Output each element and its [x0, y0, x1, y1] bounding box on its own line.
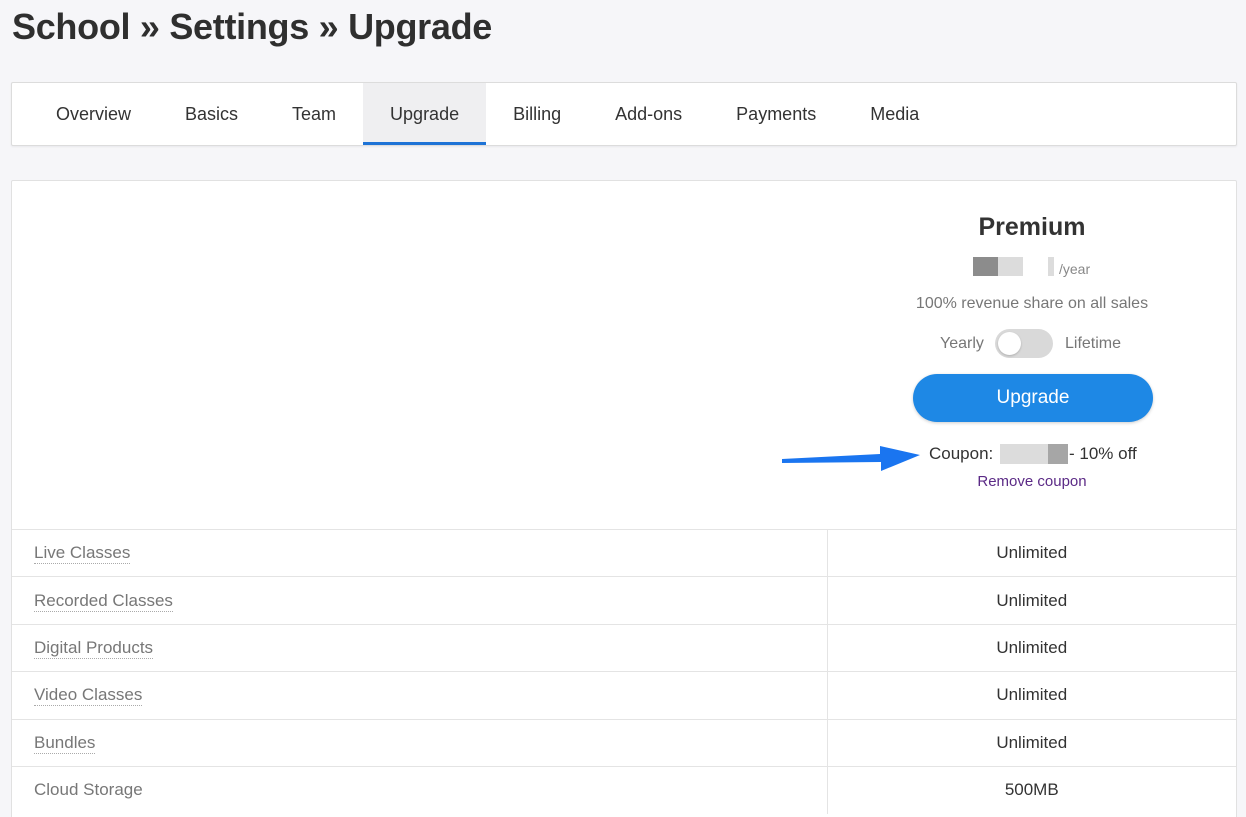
tab-team[interactable]: Team — [265, 83, 363, 145]
feature-label: Cloud Storage — [34, 780, 143, 800]
coupon-label: Coupon: — [929, 444, 994, 463]
coupon-redacted-block — [1000, 444, 1052, 464]
feature-name: Live Classes — [12, 528, 828, 577]
billing-period-toggle-row: Yearly Lifetime — [892, 329, 1172, 359]
tab-add-ons[interactable]: Add-ons — [588, 83, 709, 145]
page-title: School » Settings » Upgrade — [12, 6, 492, 47]
tab-billing[interactable]: Billing — [486, 83, 588, 145]
upgrade-button[interactable]: Upgrade — [913, 374, 1153, 422]
remove-coupon-link[interactable]: Remove coupon — [892, 473, 1172, 490]
price-redacted-block — [973, 257, 998, 276]
coupon-redacted-block — [1048, 444, 1068, 464]
plan-name: Premium — [978, 213, 1086, 241]
feature-value: Unlimited — [827, 623, 1236, 672]
tab-payments[interactable]: Payments — [709, 83, 843, 145]
coupon-row: Coupon: - 10% off — [892, 443, 1192, 465]
feature-label[interactable]: Bundles — [34, 732, 96, 754]
table-row: Digital Products Unlimited — [12, 623, 1236, 672]
revenue-share-text: 100% revenue share on all sales — [915, 295, 1149, 312]
feature-label[interactable]: Recorded Classes — [34, 590, 173, 612]
feature-value: Unlimited — [827, 671, 1236, 720]
tab-media[interactable]: Media — [843, 83, 946, 145]
feature-name: Cloud Storage — [12, 765, 828, 814]
feature-value: Unlimited — [827, 528, 1236, 577]
tab-basics[interactable]: Basics — [158, 83, 265, 145]
feature-label[interactable]: Video Classes — [34, 685, 143, 707]
table-row: Live Classes Unlimited — [12, 528, 1236, 577]
features-table: Live Classes Unlimited Recorded Classes … — [12, 528, 1236, 814]
table-row: Recorded Classes Unlimited — [12, 576, 1236, 625]
feature-name: Bundles — [12, 718, 828, 767]
feature-name: Digital Products — [12, 623, 828, 672]
plan-price: /year — [892, 257, 1172, 277]
settings-tabs: Overview Basics Team Upgrade Billing Add… — [11, 82, 1237, 146]
feature-label[interactable]: Digital Products — [34, 637, 154, 659]
tab-overview[interactable]: Overview — [29, 83, 158, 145]
tab-upgrade[interactable]: Upgrade — [363, 83, 487, 145]
toggle-knob — [998, 332, 1021, 355]
feature-value: 500MB — [827, 765, 1236, 814]
billing-period-toggle[interactable] — [995, 329, 1053, 358]
feature-value: Unlimited — [827, 576, 1236, 625]
toggle-label-lifetime: Lifetime — [1065, 335, 1122, 352]
price-period: /year — [1059, 261, 1091, 277]
price-redacted-block — [998, 257, 1023, 276]
coupon-discount: - 10% off — [1069, 444, 1137, 463]
feature-value: Unlimited — [827, 718, 1236, 767]
feature-name: Video Classes — [12, 671, 828, 720]
table-row: Bundles Unlimited — [12, 718, 1236, 767]
feature-name: Recorded Classes — [12, 576, 828, 625]
feature-label[interactable]: Live Classes — [34, 543, 131, 565]
price-redacted-block — [1048, 257, 1054, 276]
table-row: Cloud Storage 500MB — [12, 765, 1236, 814]
upgrade-card: Premium /year 100% revenue share on all … — [11, 180, 1237, 817]
toggle-label-yearly: Yearly — [940, 335, 984, 352]
table-row: Video Classes Unlimited — [12, 671, 1236, 720]
